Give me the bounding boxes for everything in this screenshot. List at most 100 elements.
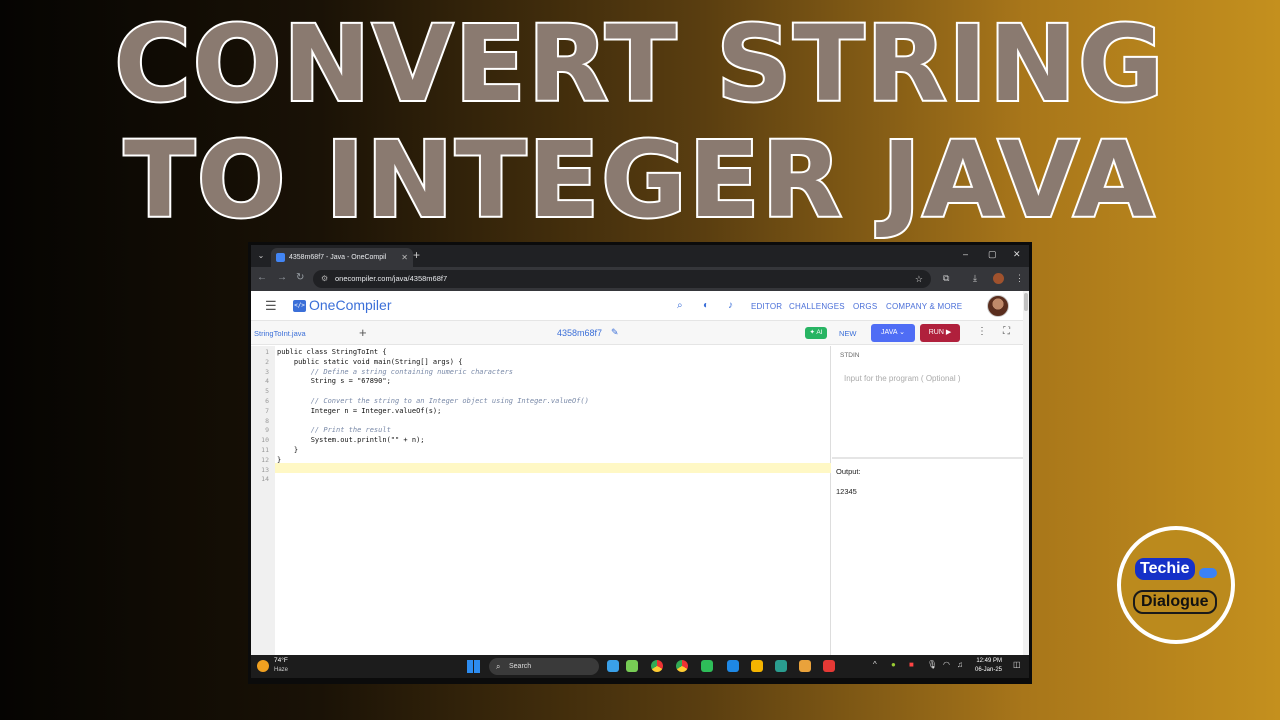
fullscreen-icon[interactable]: ⛶ (1003, 326, 1010, 337)
ai-button[interactable]: ✦ AI (805, 327, 827, 339)
cloud-icon (1199, 568, 1217, 578)
line-number: 12 (261, 455, 269, 464)
logo-icon[interactable]: </> (293, 300, 306, 312)
line-number: 10 (261, 436, 269, 445)
notification-icon[interactable]: ◫ (1013, 660, 1021, 669)
favicon-icon (276, 253, 285, 262)
scrollbar-thumb[interactable] (1024, 293, 1028, 311)
app-icon[interactable] (626, 660, 638, 672)
forward-icon[interactable]: → (277, 272, 287, 283)
output-panel: Output: 12345 (832, 457, 1023, 655)
maximize-button[interactable]: ▢ (988, 249, 997, 260)
line-number: 5 (265, 387, 269, 396)
browser-tab[interactable]: 4358m68f7 - Java - OneCompil ✕ (271, 248, 413, 267)
profile-avatar[interactable] (993, 273, 1004, 284)
nav-challenges[interactable]: CHALLENGES (789, 302, 845, 311)
edit-pencil-icon[interactable]: ✎ (611, 327, 619, 338)
theme-toggle-icon[interactable]: ◐ (703, 300, 709, 311)
file-explorer-icon[interactable] (751, 660, 763, 672)
code-line[interactable]: System.out.println("" + n); (277, 436, 425, 444)
nav-company-more[interactable]: COMPANY & MORE (886, 302, 962, 311)
line-number: 4 (265, 377, 269, 386)
download-icon[interactable]: ⤓ (973, 273, 977, 284)
output-label: Output: (836, 467, 861, 476)
code-line[interactable]: String s = "67890"; (277, 377, 391, 385)
tray-app-icon[interactable]: ● (891, 660, 896, 669)
tray-chevron-icon[interactable]: ^ (873, 660, 877, 669)
code-line[interactable]: // Print the result (277, 426, 391, 434)
app-icon[interactable] (607, 660, 619, 672)
code-line[interactable]: public class StringToInt { (277, 348, 387, 356)
windows-start-icon[interactable] (467, 660, 480, 673)
browser-window: ⌄ 4358m68f7 - Java - OneCompil ✕ + – ▢ ✕… (251, 245, 1029, 678)
app-icon[interactable] (799, 660, 811, 672)
line-number: 2 (265, 357, 269, 366)
chrome-icon[interactable] (651, 660, 663, 672)
weather-temperature: 74°F (274, 657, 288, 664)
close-tab-icon[interactable]: ✕ (401, 248, 408, 267)
site-info-icon[interactable]: ⚙ (321, 270, 328, 288)
line-number: 11 (261, 446, 269, 454)
search-icon: ⌕ (496, 662, 501, 671)
notification-bell-icon[interactable]: ♪ (728, 300, 733, 311)
hamburger-menu-icon[interactable]: ☰ (265, 298, 277, 314)
app-icon[interactable] (823, 660, 835, 672)
user-avatar[interactable] (987, 295, 1009, 317)
skype-icon[interactable] (727, 660, 739, 672)
logo-word-techie: Techie (1135, 558, 1195, 580)
weather-icon[interactable] (257, 660, 269, 672)
file-tab[interactable]: StringToInt.java (254, 329, 306, 338)
tab-search-icon[interactable]: ⌄ (255, 250, 267, 262)
nav-editor[interactable]: EDITOR (751, 302, 782, 311)
browser-menu-icon[interactable]: ⋮ (1015, 273, 1024, 284)
code-line[interactable]: public static void main(String[] args) { (277, 358, 463, 366)
reload-icon[interactable]: ↻ (296, 272, 304, 283)
tab-title: 4358m68f7 - Java - OneCompil (289, 254, 387, 261)
taskbar-clock[interactable]: 12:49 PM 06-Jan-25 (975, 657, 1002, 675)
logo-text[interactable]: OneCompiler (309, 297, 391, 313)
tray-app-icon[interactable]: ■ (909, 660, 914, 669)
code-line[interactable]: // Define a string containing numeric ch… (277, 368, 513, 376)
page-scrollbar[interactable] (1023, 291, 1029, 655)
code-line[interactable]: } (277, 456, 281, 464)
line-number: 13 (261, 465, 269, 474)
new-tab-button[interactable]: + (413, 248, 420, 262)
code-editor[interactable]: 1 2 3 4 5 6 7 8 9 10 11 12 13 14 public class StringTo… (251, 346, 831, 655)
taskbar-search-label: Search (509, 663, 532, 670)
back-icon[interactable]: ← (257, 272, 267, 283)
app-icon[interactable] (775, 660, 787, 672)
minimize-button[interactable]: – (963, 249, 968, 259)
chrome-icon[interactable] (676, 660, 688, 672)
run-button[interactable]: RUN ▶ (920, 324, 960, 342)
stdin-panel[interactable]: STDIN Input for the program ( Optional ) (832, 346, 1023, 457)
language-select[interactable]: JAVA ⌄ (871, 324, 915, 342)
extensions-icon[interactable]: ⧉ (943, 273, 949, 284)
nav-orgs[interactable]: ORGS (853, 302, 877, 311)
clock-time: 12:49 PM (976, 658, 1003, 664)
wifi-icon[interactable]: ◠ (943, 660, 950, 669)
code-line[interactable]: // Convert the string to an Integer obje… (277, 397, 589, 405)
line-number: 14 (261, 475, 269, 484)
active-line-highlight (275, 463, 831, 473)
line-number: 3 (265, 367, 269, 376)
taskbar-search[interactable]: ⌕ Search (489, 658, 599, 675)
code-line[interactable]: } (277, 446, 298, 454)
speaker-icon[interactable]: ♫ (957, 660, 963, 669)
add-file-button[interactable]: + (359, 325, 367, 340)
bookmark-star-icon[interactable]: ☆ (915, 270, 923, 288)
microphone-icon[interactable]: 🎙 (927, 660, 937, 669)
stdin-placeholder[interactable]: Input for the program ( Optional ) (844, 374, 961, 383)
logo-word-dialogue: Dialogue (1133, 590, 1217, 614)
weather-condition: Haze (274, 667, 289, 673)
site-header: ☰ </> OneCompiler ⌕ ◐ ♪ EDITOR CHALLENGE… (251, 291, 1029, 321)
close-window-button[interactable]: ✕ (1013, 249, 1021, 260)
new-button[interactable]: NEW (839, 329, 857, 338)
headline-line-2: TO INTEGER JAVA (122, 119, 1156, 241)
more-options-icon[interactable]: ⋮ (977, 326, 987, 337)
app-icon[interactable] (701, 660, 713, 672)
url-field[interactable]: ⚙ onecompiler.com/java/4358m68f7 ☆ (313, 270, 931, 288)
code-line[interactable]: Integer n = Integer.valueOf(s); (277, 407, 442, 415)
search-icon[interactable]: ⌕ (677, 300, 683, 311)
output-value: 12345 (836, 487, 857, 496)
line-number: 7 (265, 406, 269, 415)
